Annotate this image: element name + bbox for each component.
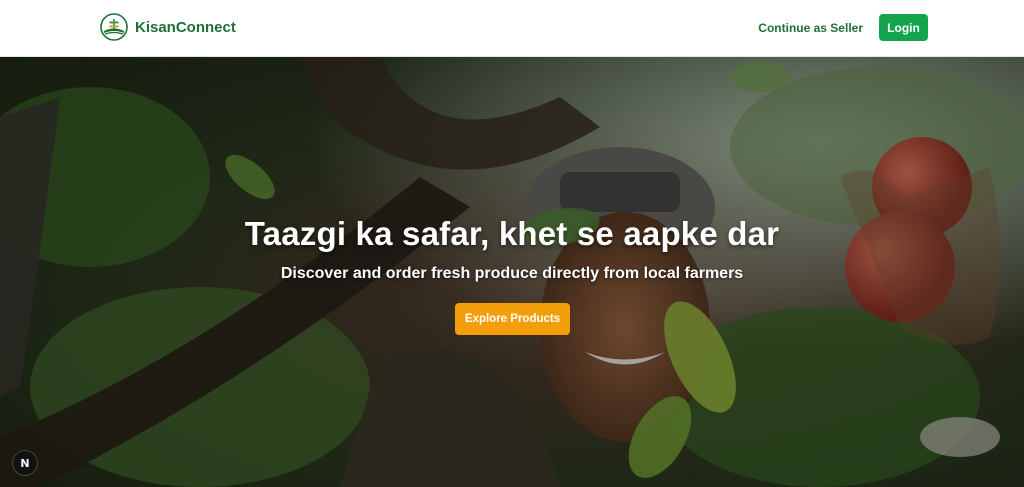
login-button[interactable]: Login	[879, 14, 928, 41]
leaf-logo-icon	[100, 13, 128, 41]
brand-link[interactable]: KisanConnect	[100, 13, 236, 41]
brand-name: KisanConnect	[135, 18, 236, 36]
hero-section: Taazgi ka safar, khet se aapke dar Disco…	[0, 57, 1024, 487]
explore-products-button[interactable]: Explore Products	[455, 303, 570, 335]
navbar: KisanConnect Continue as Seller Login	[0, 0, 1024, 57]
framework-badge[interactable]: N	[12, 450, 38, 476]
hero-subtitle: Discover and order fresh produce directl…	[280, 265, 744, 282]
nav-actions: Continue as Seller Login	[758, 14, 928, 41]
continue-as-seller-link[interactable]: Continue as Seller	[758, 21, 863, 35]
hero-title: Taazgi ka safar, khet se aapke dar	[244, 215, 780, 252]
